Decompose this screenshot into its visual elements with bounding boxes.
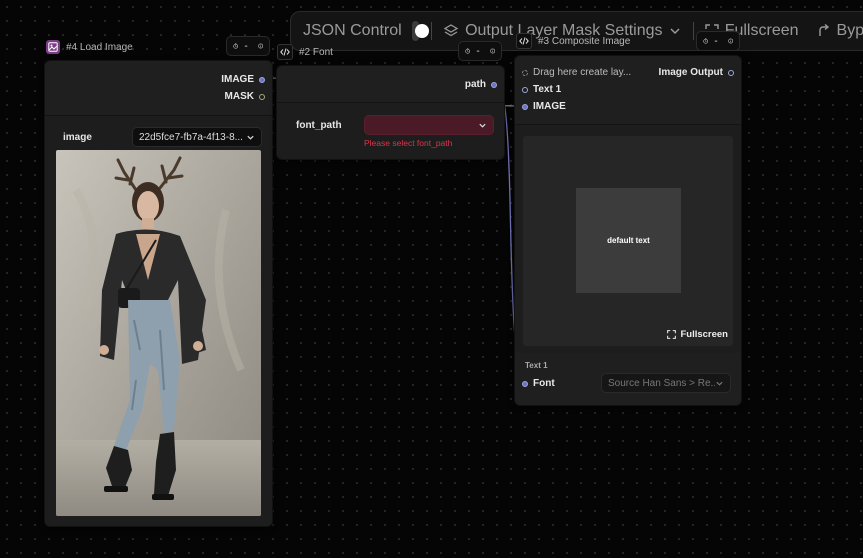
bypass-icon [818, 24, 829, 36]
node-output-section [45, 61, 272, 116]
output-image-port[interactable]: IMAGE [221, 74, 265, 85]
output-mask-port[interactable]: MASK [225, 91, 265, 102]
code-node-icon [516, 33, 532, 49]
layers-icon [443, 24, 459, 37]
input-drag-dot[interactable] [522, 69, 528, 76]
font-input-dot[interactable] [522, 380, 528, 387]
timer-icon [703, 38, 708, 44]
timer-label: - [244, 40, 248, 52]
input-text-dot[interactable] [522, 86, 528, 93]
font-path-error: Please select font_path [364, 138, 453, 148]
timer-icon [233, 43, 238, 49]
code-node-icon [277, 44, 293, 60]
json-control-label: JSON Control [303, 22, 402, 39]
timer-label: - [714, 35, 718, 47]
info-icon [489, 48, 495, 54]
load-image-node: IMAGE MASK image 22d5fce7-fb7a-4f13-8... [44, 60, 273, 527]
chevron-down-icon [247, 135, 254, 140]
output-image-label: Image Output [658, 67, 723, 78]
portrait-image [56, 150, 261, 516]
font-path-select[interactable] [364, 115, 494, 135]
composite-node-controls[interactable]: - [696, 31, 740, 51]
text-layer-preview: default text [607, 236, 650, 245]
output-image-label: IMAGE [221, 74, 254, 85]
image-select[interactable]: 22d5fce7-fb7a-4f13-8... [132, 127, 262, 147]
chevron-down-icon [716, 381, 723, 386]
input-text-port[interactable]: Text 1 [522, 84, 561, 95]
json-control-toggle[interactable] [411, 21, 430, 41]
load-image-node-header[interactable]: #4 Load Image [46, 36, 133, 58]
timer-icon [465, 48, 470, 54]
font-node-controls[interactable]: - [458, 41, 502, 61]
composite-node-header[interactable]: #3 Composite Image [516, 30, 630, 52]
font-input-label: Font [533, 378, 555, 389]
text-layer-box[interactable]: default text [576, 188, 681, 293]
info-icon [727, 38, 733, 44]
bypass-label: Bypass [836, 22, 863, 39]
output-image-dot[interactable] [728, 69, 734, 76]
output-path-label: path [464, 79, 486, 90]
bypass-button[interactable]: Bypass [817, 22, 863, 40]
load-image-node-controls[interactable]: - [226, 36, 270, 56]
output-image-dot[interactable] [259, 76, 265, 83]
output-mask-label: MASK [224, 91, 254, 102]
input-image-dot[interactable] [522, 103, 528, 110]
chevron-down-icon [479, 123, 486, 128]
image-widget-label: image [63, 132, 92, 143]
preview-fullscreen-label: Fullscreen [680, 329, 728, 340]
font-input-port[interactable]: Font [522, 378, 555, 389]
font-node-title: #2 Font [299, 46, 333, 58]
output-path-dot[interactable] [491, 81, 497, 88]
layer-section-label: Text 1 [525, 361, 548, 370]
input-drag-port[interactable]: Drag here create lay... [522, 67, 631, 78]
chevron-down-icon [669, 28, 680, 35]
font-node: path font_path Please select font_path [276, 65, 505, 160]
composite-node-title: #3 Composite Image [538, 35, 631, 47]
input-drag-label: Drag here create lay... [533, 67, 632, 78]
output-mask-dot[interactable] [259, 93, 265, 100]
font-select[interactable]: Source Han Sans > Re... [601, 373, 731, 393]
input-image-port[interactable]: IMAGE [522, 101, 566, 112]
output-image-port[interactable]: Image Output [659, 67, 734, 78]
fullscreen-icon [667, 330, 677, 339]
load-image-node-title: #4 Load Image [66, 41, 133, 53]
output-path-port[interactable]: path [465, 79, 497, 90]
font-node-header[interactable]: #2 Font [277, 41, 333, 63]
image-node-icon [46, 40, 60, 54]
info-icon [257, 43, 263, 49]
input-text-label: Text 1 [533, 84, 562, 95]
font-select-value: Source Han Sans > Re... [608, 377, 716, 389]
composite-preview-canvas[interactable]: default text Fullscreen [523, 136, 733, 346]
image-select-value: 22d5fce7-fb7a-4f13-8... [139, 131, 243, 143]
loaded-image-preview[interactable] [56, 150, 261, 516]
composite-image-node: Drag here create lay... Image Output Tex… [514, 55, 742, 406]
font-path-label: font_path [296, 120, 342, 131]
input-image-label: IMAGE [533, 101, 566, 112]
timer-label: - [476, 45, 480, 57]
preview-fullscreen-button[interactable]: Fullscreen [667, 329, 728, 340]
